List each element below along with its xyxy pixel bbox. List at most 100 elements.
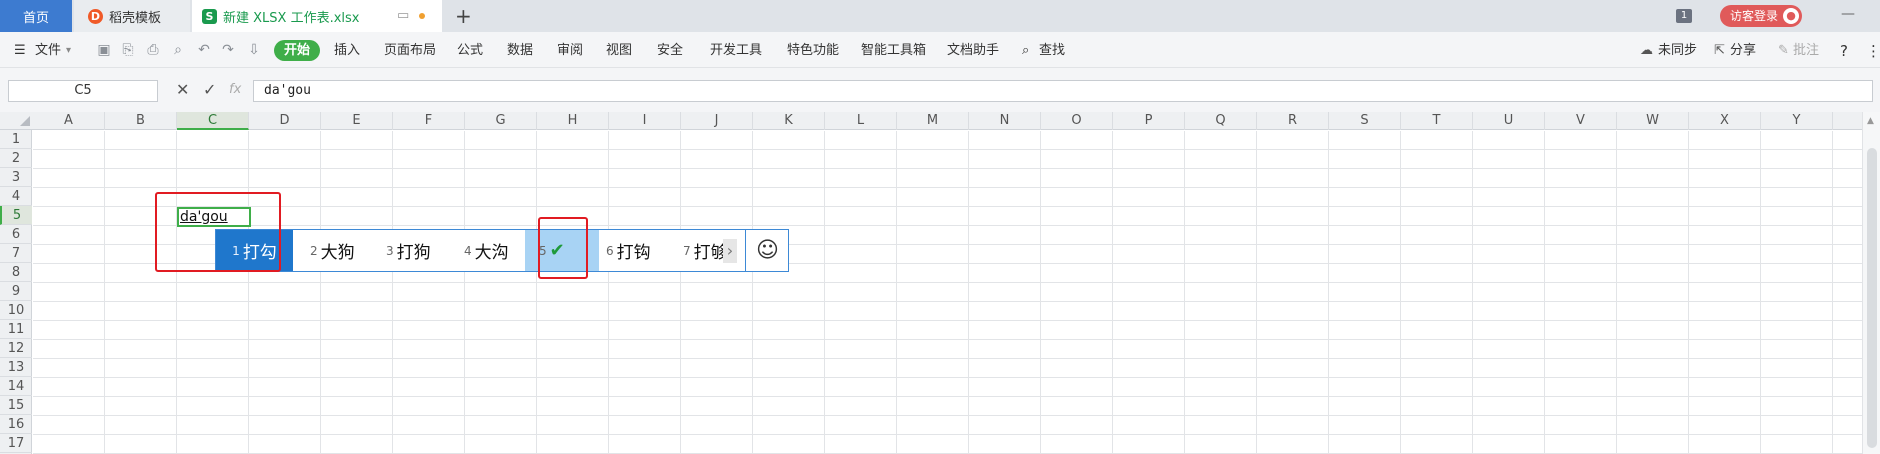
share-label[interactable]: 分享 [1730, 41, 1756, 61]
formula-input[interactable]: da'gou [253, 80, 1873, 102]
tab-view[interactable]: 视图 [606, 41, 632, 61]
insert-function-icon[interactable]: fx [229, 82, 241, 97]
window-count-badge[interactable]: 1 [1676, 9, 1692, 23]
column-header-t[interactable]: T [1401, 112, 1473, 130]
column-header-w[interactable]: W [1617, 112, 1689, 130]
column-header-o[interactable]: O [1041, 112, 1113, 130]
column-header-g[interactable]: G [465, 112, 537, 130]
column-header-l[interactable]: L [825, 112, 897, 130]
row-header-17[interactable]: 17 [0, 434, 32, 453]
row-header-7[interactable]: 7 [0, 244, 32, 263]
column-header-e[interactable]: E [321, 112, 393, 130]
column-header-r[interactable]: R [1257, 112, 1329, 130]
row-header-15[interactable]: 15 [0, 396, 32, 415]
ime-candidate-2[interactable]: 2 大狗 [310, 230, 355, 271]
column-header-k[interactable]: K [753, 112, 825, 130]
tab-special-features[interactable]: 特色功能 [787, 41, 839, 61]
tab-doc-assistant[interactable]: 文档助手 [947, 41, 999, 61]
tab-data[interactable]: 数据 [507, 41, 533, 61]
search-label[interactable]: 查找 [1039, 41, 1065, 61]
row-header-12[interactable]: 12 [0, 339, 32, 358]
search-icon[interactable]: ⌕ [1022, 41, 1029, 61]
redo-icon[interactable]: ↷ [220, 42, 236, 58]
comment-icon[interactable]: ✎ [1778, 41, 1789, 61]
chevron-down-icon[interactable]: ▾ [66, 41, 71, 61]
cloud-sync-icon[interactable]: ☁ [1640, 41, 1653, 61]
save-icon[interactable]: ▣ [96, 42, 112, 58]
column-header-c[interactable]: C [177, 112, 249, 130]
column-header-s[interactable]: S [1329, 112, 1401, 130]
tab-templates[interactable]: D 稻壳模板 [74, 0, 190, 32]
row-header-13[interactable]: 13 [0, 358, 32, 377]
column-header-d[interactable]: D [249, 112, 321, 130]
file-menu-icon[interactable]: ☰ [14, 41, 26, 61]
vertical-scrollbar[interactable]: ▲ [1862, 112, 1880, 454]
column-header-n[interactable]: N [969, 112, 1041, 130]
row-header-9[interactable]: 9 [0, 282, 32, 301]
new-tab-plus-icon[interactable]: + [455, 4, 472, 28]
tab-home[interactable]: 首页 [0, 0, 72, 32]
row-header-5[interactable]: 5 [0, 206, 32, 225]
tab-start[interactable]: 开始 [274, 40, 320, 61]
comment-label[interactable]: 批注 [1793, 41, 1819, 61]
column-header-i[interactable]: I [609, 112, 681, 130]
column-header-j[interactable]: J [681, 112, 753, 130]
name-box[interactable]: C5 [8, 80, 158, 102]
row-header-4[interactable]: 4 [0, 187, 32, 206]
row-header-8[interactable]: 8 [0, 263, 32, 282]
help-icon[interactable]: ? [1840, 41, 1848, 61]
column-header-a[interactable]: A [33, 112, 105, 130]
cell-area[interactable] [33, 131, 1863, 454]
more-options-icon[interactable]: ⋮ [1866, 41, 1880, 61]
undo-icon[interactable]: ↶ [196, 42, 212, 58]
spreadsheet-grid[interactable]: ABCDEFGHIJKLMNOPQRSTUVWXY 1 2 3 4 5 6 7 8 9 10 11 1… [0, 112, 1880, 454]
ime-next-page-icon[interactable]: › [723, 239, 737, 263]
ime-candidate-4[interactable]: 4 大沟 [464, 230, 509, 271]
tab-developer[interactable]: 开发工具 [710, 41, 762, 61]
tab-security[interactable]: 安全 [657, 41, 683, 61]
scrollbar-thumb[interactable] [1867, 148, 1877, 448]
row-header-6[interactable]: 6 [0, 225, 32, 244]
emoji-smiley-icon[interactable]: ☺ [745, 230, 789, 271]
tab-page-layout[interactable]: 页面布局 [384, 41, 436, 61]
ime-candidate-6[interactable]: 6 打钩 [606, 230, 651, 271]
tab-insert[interactable]: 插入 [334, 41, 360, 61]
share-icon[interactable]: ⇱ [1714, 41, 1725, 61]
cancel-entry-icon[interactable]: ✕ [176, 80, 189, 99]
ime-candidate-3[interactable]: 3 打狗 [386, 230, 431, 271]
monitor-icon[interactable]: ▭ [397, 8, 409, 23]
print-icon[interactable]: ⎙ [145, 42, 161, 58]
scroll-up-icon[interactable]: ▲ [1867, 116, 1874, 126]
column-header-h[interactable]: H [537, 112, 609, 130]
column-header-x[interactable]: X [1689, 112, 1761, 130]
login-button[interactable]: 访客登录 ● [1720, 5, 1802, 27]
confirm-entry-icon[interactable]: ✓ [203, 80, 216, 99]
column-header-v[interactable]: V [1545, 112, 1617, 130]
row-header-10[interactable]: 10 [0, 301, 32, 320]
column-header-m[interactable]: M [897, 112, 969, 130]
row-header-16[interactable]: 16 [0, 415, 32, 434]
save-as-icon[interactable]: ⎘ [120, 42, 136, 58]
column-header-q[interactable]: Q [1185, 112, 1257, 130]
row-header-2[interactable]: 2 [0, 149, 32, 168]
sync-label[interactable]: 未同步 [1658, 41, 1697, 61]
tab-review[interactable]: 审阅 [557, 41, 583, 61]
tab-formulas[interactable]: 公式 [457, 41, 483, 61]
column-header-y[interactable]: Y [1761, 112, 1833, 130]
print-preview-icon[interactable]: ⌕ [170, 42, 186, 58]
select-all-icon[interactable] [20, 116, 30, 126]
tab-current-file[interactable]: S 新建 XLSX 工作表.xlsx ▭ [192, 0, 442, 32]
tab-smart-toolbox[interactable]: 智能工具箱 [861, 41, 926, 61]
ime-candidate-7[interactable]: 7 打够 [683, 230, 728, 271]
row-header-14[interactable]: 14 [0, 377, 32, 396]
customize-toolbar-icon[interactable]: ⇩ [246, 42, 262, 58]
file-menu-label[interactable]: 文件 [35, 41, 61, 61]
minimize-icon[interactable]: — [1836, 6, 1860, 26]
column-header-f[interactable]: F [393, 112, 465, 130]
column-header-p[interactable]: P [1113, 112, 1185, 130]
row-header-3[interactable]: 3 [0, 168, 32, 187]
row-header-11[interactable]: 11 [0, 320, 32, 339]
column-header-u[interactable]: U [1473, 112, 1545, 130]
column-header-b[interactable]: B [105, 112, 177, 130]
row-header-1[interactable]: 1 [0, 130, 32, 149]
